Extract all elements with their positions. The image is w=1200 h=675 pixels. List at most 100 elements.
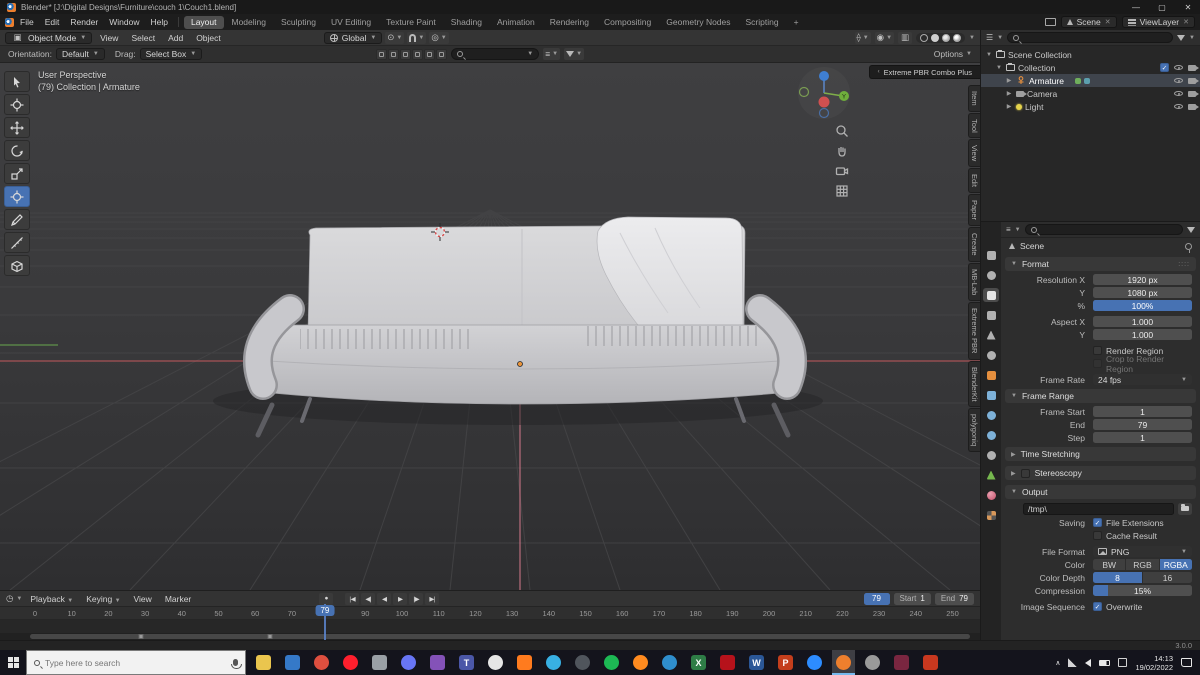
taskbar-app-firefox[interactable]	[629, 650, 652, 675]
properties-editor-icon[interactable]: ≡	[1006, 225, 1011, 234]
clock[interactable]: 14:13 19/02/2022	[1135, 654, 1173, 672]
rendered-shading-icon[interactable]	[953, 33, 962, 42]
tab-mb-lab[interactable]: MB-Lab	[968, 262, 980, 302]
mode-selector[interactable]: ▣ Object Mode ▼	[5, 31, 93, 44]
frame-step-field[interactable]: 1	[1093, 432, 1192, 443]
aspect-y-field[interactable]: 1.000	[1093, 329, 1192, 340]
world-properties-tab[interactable]	[983, 348, 999, 362]
menu-edit[interactable]: Edit	[40, 16, 65, 28]
hide-in-viewport-icon[interactable]	[1174, 91, 1183, 96]
frame-rate-dropdown[interactable]: 24 fps ▼	[1093, 374, 1192, 385]
wireframe-shading-icon[interactable]	[920, 33, 929, 42]
tab-extreme-pbr[interactable]: Extreme PBR	[968, 302, 980, 360]
tab-polygoniq[interactable]: polygoniq	[968, 408, 980, 453]
taskbar-app-unity[interactable]	[861, 650, 884, 675]
minimize-button[interactable]: —	[1131, 3, 1141, 12]
outliner-row-scene-collection[interactable]: ▼ Scene Collection	[981, 48, 1200, 61]
options-dropdown[interactable]: Options ▼	[934, 49, 972, 59]
move-tool[interactable]	[4, 117, 30, 138]
color-rgb-button[interactable]: RGB	[1126, 559, 1159, 570]
navigation-gizmo[interactable]: Y	[796, 65, 852, 121]
taskbar-app-krita[interactable]	[426, 650, 449, 675]
remove-viewlayer-icon[interactable]: ✕	[1183, 18, 1189, 26]
render-properties-tab[interactable]	[983, 268, 999, 282]
battery-icon[interactable]	[1099, 659, 1111, 666]
hidden-icons-chevron[interactable]: ∧	[1055, 659, 1060, 667]
cache-result-checkbox[interactable]	[1093, 531, 1102, 540]
material-properties-tab[interactable]	[983, 488, 999, 502]
menu-object[interactable]: Object	[191, 32, 226, 44]
current-frame-field[interactable]: 79	[863, 592, 890, 605]
outliner-row-camera[interactable]: ▶ Camera	[981, 87, 1200, 100]
toggle-icon[interactable]	[424, 48, 436, 60]
object-properties-tab[interactable]	[983, 368, 999, 382]
outliner-editor-caret[interactable]: ▼	[997, 35, 1003, 41]
proportional-edit-button[interactable]: ◎ ▼	[429, 31, 449, 44]
zoom-icon[interactable]	[834, 123, 849, 138]
file-format-dropdown[interactable]: PNG ▼	[1093, 546, 1192, 557]
scale-tool[interactable]	[4, 163, 30, 184]
rotate-tool[interactable]	[4, 140, 30, 161]
drag-dropdown[interactable]: Select Box ▼	[139, 48, 203, 60]
file-extensions-checkbox[interactable]: ✓	[1093, 518, 1102, 527]
maximize-button[interactable]: ▢	[1157, 3, 1167, 12]
show-gizmo-button[interactable]: ⟠ ▼	[854, 31, 871, 44]
taskbar-app-excel[interactable]: X	[687, 650, 710, 675]
tab-paper[interactable]: Paper	[968, 194, 980, 227]
jump-to-start-button[interactable]: |◀	[345, 592, 360, 605]
output-section-header[interactable]: ▼ Output	[1005, 485, 1196, 499]
color-bw-button[interactable]: BW	[1093, 559, 1126, 570]
add-workspace-button[interactable]: +	[787, 16, 806, 29]
outliner-row-armature[interactable]: ▶ Armature	[981, 74, 1200, 87]
orientation-dropdown[interactable]: Default ▼	[55, 48, 105, 60]
taskbar-app-chrome[interactable]	[310, 650, 333, 675]
play-button[interactable]: ▶	[393, 592, 408, 605]
extreme-pbr-panel-button[interactable]: ‹ Extreme PBR Combo Plus	[868, 65, 980, 79]
taskbar-app-photos[interactable]	[281, 650, 304, 675]
tray-app-icon[interactable]	[1118, 658, 1128, 667]
play-reverse-button[interactable]: ◀	[377, 592, 392, 605]
outliner-row-collection[interactable]: ▼ Collection ✓	[981, 61, 1200, 74]
annotate-tool[interactable]	[4, 209, 30, 230]
transform-orientation-selector[interactable]: Global ▼	[323, 31, 383, 44]
shading-dropdown-icon[interactable]: ▼	[969, 35, 975, 41]
toggle-icon[interactable]	[388, 48, 400, 60]
network-icon[interactable]	[1068, 658, 1078, 667]
material-preview-icon[interactable]	[942, 33, 951, 42]
search-input[interactable]	[45, 657, 228, 668]
timeline-playhead[interactable]: 79	[315, 604, 335, 640]
taskbar-app-powerpoint[interactable]: P	[774, 650, 797, 675]
timeline-track[interactable]	[0, 620, 980, 633]
pin-icon[interactable]	[1185, 242, 1192, 253]
workspace-tab-texture-paint[interactable]: Texture Paint	[379, 16, 443, 29]
keyframe-marker[interactable]	[267, 634, 273, 639]
physics-properties-tab[interactable]	[983, 428, 999, 442]
start-button[interactable]	[0, 650, 26, 675]
blender-menu-icon[interactable]	[5, 17, 14, 27]
modifier-properties-tab[interactable]	[983, 388, 999, 402]
menu-marker[interactable]: Marker	[160, 593, 196, 605]
color-rgba-button[interactable]: RGBA	[1159, 559, 1192, 570]
workspace-tab-layout[interactable]: Layout	[183, 15, 224, 29]
xray-toggle-button[interactable]: ▥	[898, 31, 913, 44]
menu-select[interactable]: Select	[126, 32, 160, 44]
search-input[interactable]	[466, 49, 525, 59]
menu-add[interactable]: Add	[163, 32, 188, 44]
taskbar-app-premiere[interactable]	[890, 650, 913, 675]
toggle-icon[interactable]	[400, 48, 412, 60]
tab-view[interactable]: View	[968, 139, 980, 168]
overwrite-checkbox[interactable]: ✓	[1093, 602, 1102, 611]
toggle-icon[interactable]	[412, 48, 424, 60]
menu-file[interactable]: File	[15, 16, 39, 28]
taskbar-app-obs[interactable]	[571, 650, 594, 675]
properties-search[interactable]	[1024, 224, 1183, 235]
object-data-properties-tab[interactable]	[983, 468, 999, 482]
viewport-search[interactable]: ▼	[451, 48, 540, 60]
menu-window[interactable]: Window	[104, 16, 144, 28]
frame-range-section-header[interactable]: ▼ Frame Range	[1005, 389, 1196, 403]
particles-properties-tab[interactable]	[983, 408, 999, 422]
outliner-search[interactable]	[1007, 32, 1174, 43]
workspace-tab-modeling[interactable]: Modeling	[225, 16, 274, 29]
frame-start-field[interactable]: 1	[1093, 406, 1192, 417]
disable-in-render-icon[interactable]	[1188, 64, 1199, 71]
